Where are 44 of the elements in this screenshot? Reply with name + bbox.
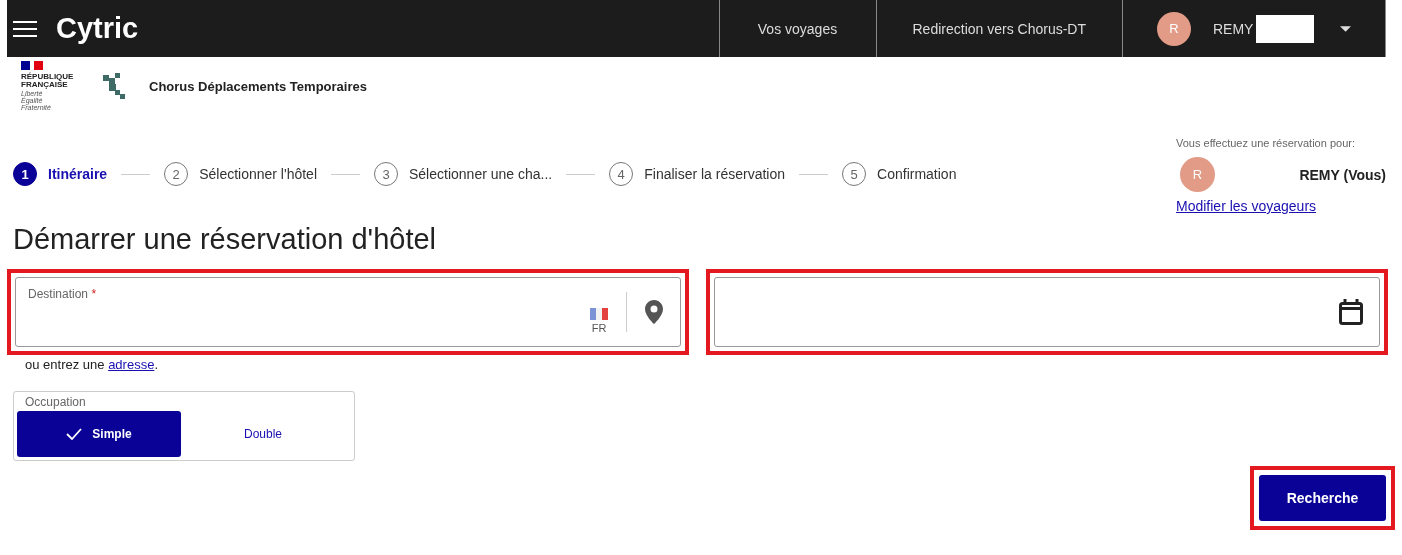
location-pin-icon (644, 299, 664, 325)
step-label: Finaliser la réservation (644, 166, 786, 182)
republique-text: RÉPUBLIQUE FRANÇAISE (21, 73, 75, 89)
date-field[interactable] (714, 277, 1380, 347)
traveler-caption: Vous effectuez une réservation pour: (1176, 137, 1356, 149)
caret-icon (1339, 25, 1351, 32)
flag-icon (21, 61, 43, 70)
field-label: Destination * (28, 287, 97, 301)
check-icon (66, 428, 83, 440)
modify-travelers-link[interactable]: Modifier les voyageurs (1176, 198, 1317, 214)
calendar-button[interactable] (1338, 298, 1364, 326)
brand-logo[interactable]: Cytric (56, 12, 139, 45)
step-label: Sélectionner l'hôtel (199, 166, 317, 182)
user-name: REMY (1213, 20, 1254, 37)
location-button[interactable] (644, 299, 664, 325)
nav-link[interactable]: Redirection vers Chorus-DT (875, 0, 1122, 57)
step-item[interactable]: 5 Confirmation (842, 162, 957, 186)
step-item[interactable]: 2 Sélectionner l'hôtel (164, 162, 317, 186)
user-menu[interactable]: R REMY (1122, 0, 1386, 57)
avatar: R (1157, 11, 1191, 46)
step-label: Itinéraire (48, 166, 108, 182)
step-number: 1 (13, 162, 37, 186)
service-name: Chorus Déplacements Temporaires (149, 78, 367, 94)
flag-icon (590, 308, 608, 320)
step-item[interactable]: 3 Sélectionner une cha... (374, 162, 553, 186)
service-logo-icon (101, 72, 127, 100)
step-item[interactable]: 1 Itinéraire (13, 162, 108, 186)
step-item[interactable]: 4 Finaliser la réservation (609, 162, 786, 186)
hint-text: . (154, 357, 158, 372)
menu-button[interactable] (12, 18, 38, 39)
hint-text: ou entrez une (25, 357, 106, 372)
avatar: R (1180, 157, 1215, 192)
occupation-option[interactable]: Simple (17, 411, 181, 457)
menu-icon (12, 18, 38, 39)
destination-field[interactable]: Destination * FR (15, 277, 681, 347)
search-button[interactable]: Recherche (1259, 475, 1386, 521)
traveler-name: REMY (Vous) (1299, 166, 1386, 183)
nav-link[interactable]: Vos voyages (718, 0, 876, 57)
step-label: Sélectionner une cha... (409, 166, 553, 182)
calendar-icon (1338, 298, 1364, 326)
page-title: Démarrer une réservation d'hôtel (13, 223, 438, 256)
step-label: Confirmation (877, 166, 957, 182)
country-selector[interactable]: FR (590, 308, 608, 334)
occupation-label: Occupation (25, 395, 87, 409)
